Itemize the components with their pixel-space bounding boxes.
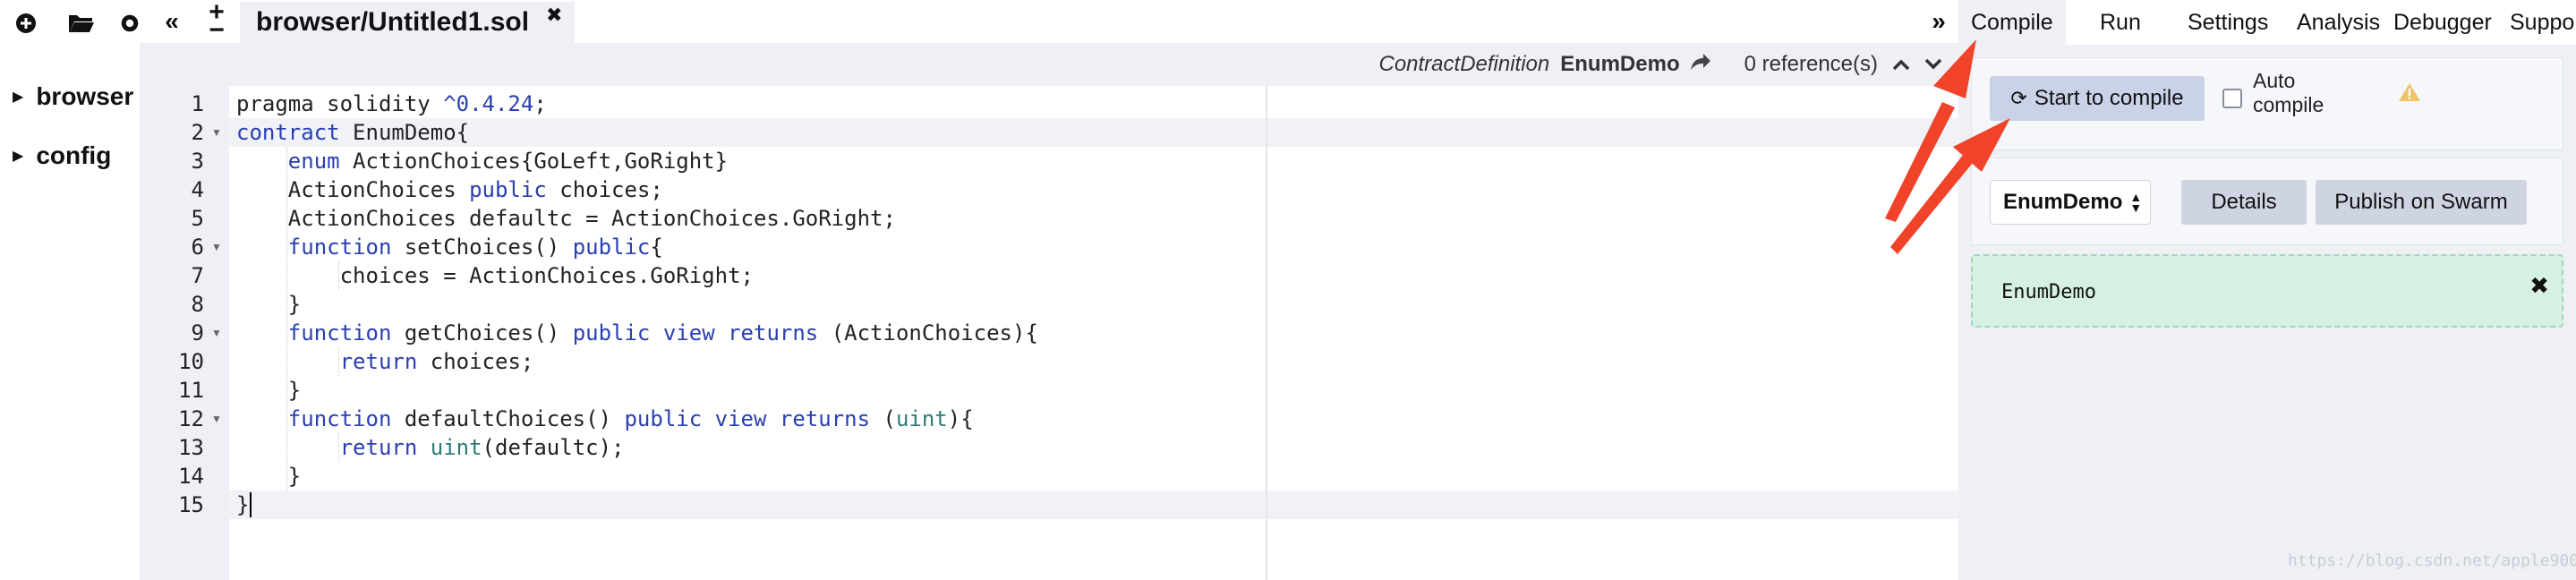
fold-arrow-icon[interactable]: ▼ [211, 118, 222, 147]
contract-select[interactable]: EnumDemo ▲ ▼ [1990, 180, 2151, 225]
indent-guide [286, 147, 287, 490]
line-number-gutter: 1 2 ▼ 3 4 5 6 ▼ 7 8 9 ▼ 10 11 12 ▼ 13 14 15 [140, 86, 229, 580]
editor-tabs-bar: « + − browser/Untitled1.sol ✖ » [140, 0, 1958, 44]
explorer-item-config[interactable]: ▶ config [13, 141, 111, 170]
decrease-font-icon[interactable]: − [209, 17, 225, 44]
fold-arrow-icon[interactable]: ▼ [211, 405, 222, 433]
code-line[interactable]: } [229, 490, 1958, 519]
goto-definition-icon[interactable] [1689, 52, 1712, 78]
contract-select-value: EnumDemo [2003, 190, 2123, 214]
result-contract-name: EnumDemo [2001, 281, 2096, 303]
auto-compile-label: Auto compile [2253, 69, 2324, 116]
print-margin-line [1266, 86, 1267, 580]
code-line[interactable]: choices = ActionChoices.GoRight; [229, 261, 1958, 290]
indent-guide [338, 433, 339, 462]
line-number: 3 [191, 149, 204, 174]
tab-untitled1[interactable]: browser/Untitled1.sol [240, 2, 575, 43]
auto-compile-checkbox[interactable] [2222, 89, 2242, 108]
fold-arrow-icon[interactable]: ▼ [211, 233, 222, 261]
contract-card: EnumDemo ▲ ▼ Details Publish on Swarm [1971, 158, 2563, 245]
line-number: 11 [178, 378, 204, 403]
code-line[interactable]: function getChoices() public view return… [229, 319, 1958, 347]
line-number: 6 [191, 235, 204, 260]
line-number: 14 [178, 464, 204, 489]
text-cursor [250, 492, 252, 517]
line-number: 13 [178, 435, 204, 460]
code-line[interactable]: function defaultChoices() public view re… [229, 405, 1958, 433]
line-number: 4 [191, 177, 204, 202]
indent-guide [338, 347, 339, 376]
explorer-item-label: config [36, 141, 112, 169]
details-button[interactable]: Details [2181, 180, 2307, 225]
warning-icon [2398, 81, 2421, 107]
line-number: 15 [178, 492, 204, 517]
explorer-toolbar [0, 0, 140, 50]
context-name: EnumDemo [1560, 52, 1680, 76]
close-icon[interactable]: ✖ [2529, 272, 2549, 300]
chevron-down-icon[interactable] [1924, 52, 1942, 77]
font-size-controls[interactable]: + − [199, 0, 235, 44]
expand-right-icon[interactable]: » [1923, 0, 1955, 43]
publish-swarm-button[interactable]: Publish on Swarm [2316, 180, 2527, 225]
context-info: ContractDefinition EnumDemo 0 reference(… [1378, 43, 1942, 86]
context-type: ContractDefinition [1378, 52, 1550, 76]
tab-support[interactable]: Suppo [2510, 0, 2574, 45]
tab-run[interactable]: Run [2100, 0, 2141, 45]
tab-analysis[interactable]: Analysis [2297, 0, 2380, 45]
indent-guide [338, 261, 339, 290]
explorer-item-label: browser [36, 82, 134, 110]
line-number: 1 [191, 91, 204, 116]
caret-right-icon: ▶ [13, 149, 24, 164]
file-explorer: ▶ browser ▶ config [0, 0, 140, 580]
tab-debugger[interactable]: Debugger [2393, 0, 2492, 45]
code-line[interactable]: enum ActionChoices{GoLeft,GoRight} [229, 147, 1958, 175]
code-line[interactable]: function setChoices() public{ [229, 233, 1958, 261]
tab-settings[interactable]: Settings [2188, 0, 2268, 45]
collapse-left-icon[interactable]: « [156, 0, 188, 43]
start-compile-button[interactable]: ⟳ Start to compile [1990, 76, 2205, 121]
start-compile-label: Start to compile [2034, 86, 2184, 110]
line-number: 10 [178, 349, 204, 374]
code-line[interactable]: } [229, 462, 1958, 490]
right-panel-tabs: Compile Run Settings Analysis Debugger S… [1958, 0, 2576, 45]
code-line[interactable]: } [229, 376, 1958, 405]
editor-context-bar: ContractDefinition EnumDemo 0 reference(… [140, 43, 1958, 86]
code-line[interactable]: contract EnumDemo{ [229, 118, 1958, 147]
explorer-item-browser[interactable]: ▶ browser [13, 82, 133, 111]
code-line[interactable]: return choices; [229, 347, 1958, 376]
line-number: 5 [191, 206, 204, 231]
chevron-up-icon[interactable] [1892, 52, 1910, 77]
folder-open-icon[interactable] [66, 7, 97, 39]
line-number: 8 [191, 292, 204, 317]
line-number: 9 [191, 320, 204, 345]
code-line[interactable]: } [229, 290, 1958, 319]
watermark: https://blog.csdn.net/apple9005 [2288, 551, 2576, 570]
line-number: 7 [191, 263, 204, 288]
caret-right-icon: ▶ [13, 90, 24, 105]
tab-close-icon[interactable]: ✖ [546, 4, 562, 27]
line-number: 2 [191, 120, 204, 145]
github-icon[interactable] [120, 7, 140, 39]
fold-arrow-icon[interactable]: ▼ [211, 319, 222, 347]
plus-circle-icon[interactable] [11, 7, 41, 39]
code-line[interactable]: pragma solidity ^0.4.24; [229, 90, 1958, 118]
code-line[interactable]: ActionChoices public choices; [229, 175, 1958, 204]
right-panel: Compile Run Settings Analysis Debugger S… [1958, 0, 2576, 580]
tab-label: browser/Untitled1.sol [256, 7, 530, 37]
select-arrows-icon: ▲ ▼ [2129, 190, 2143, 215]
compile-card: ⟳ Start to compile Auto compile [1971, 57, 2563, 150]
refresh-icon: ⟳ [2010, 87, 2027, 109]
line-number: 12 [178, 406, 204, 431]
code-editor[interactable]: pragma solidity ^0.4.24; contract EnumDem… [229, 86, 1958, 580]
references-count: 0 reference(s) [1744, 52, 1878, 76]
code-line[interactable]: ActionChoices defaultc = ActionChoices.G… [229, 204, 1958, 233]
tab-compile[interactable]: Compile [1958, 0, 2066, 45]
code-line[interactable]: return uint(defaultc); [229, 433, 1958, 462]
compile-result: EnumDemo ✖ [1971, 254, 2563, 328]
